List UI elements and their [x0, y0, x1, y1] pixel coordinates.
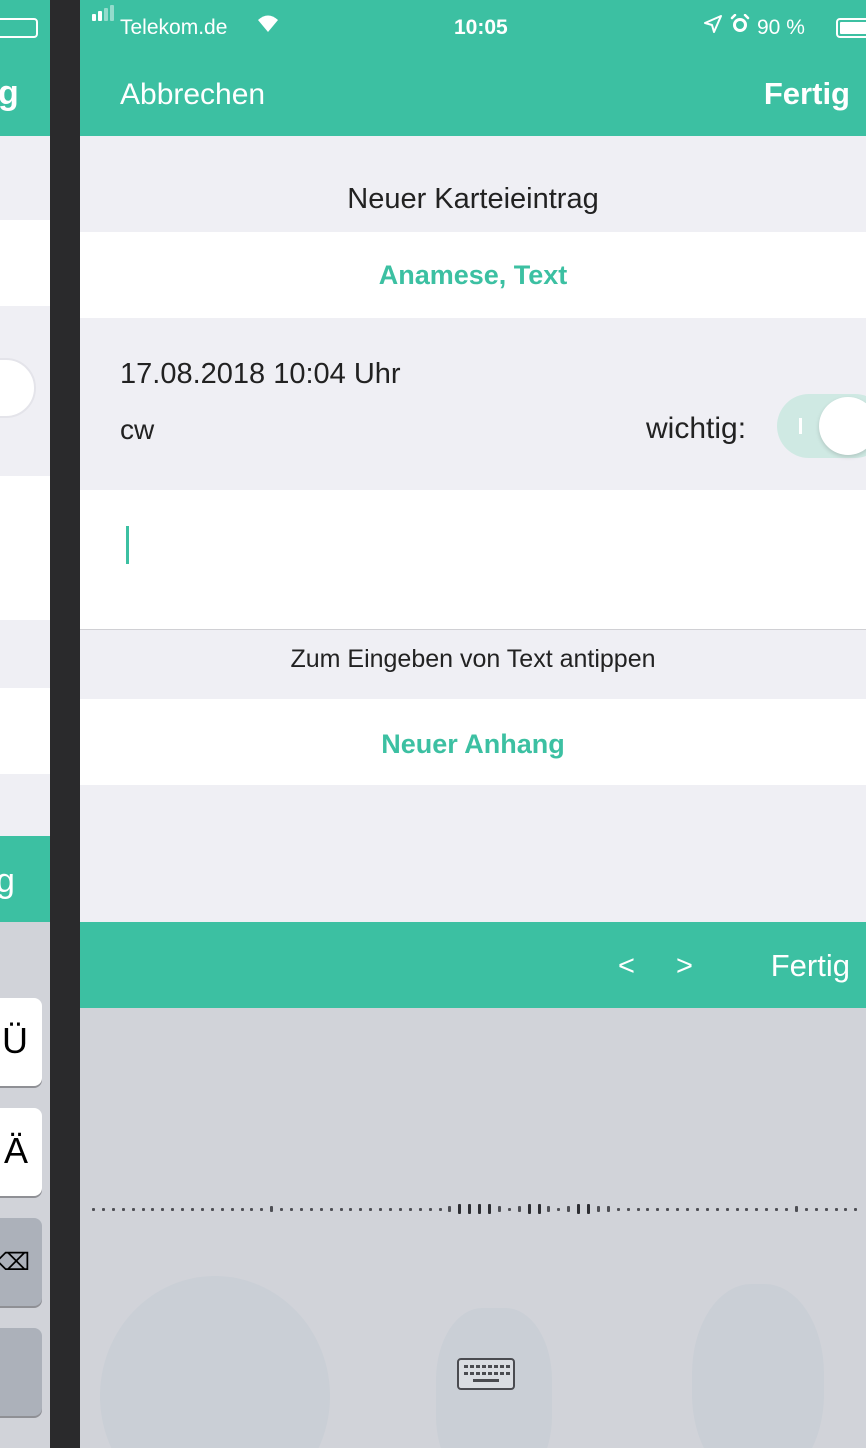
battery-icon — [836, 18, 866, 38]
carrier-name: Telekom.de — [120, 16, 228, 39]
input-accessory-toolbar: < > Fertig — [80, 922, 866, 1008]
battery-percentage: 90 % — [757, 16, 805, 39]
background-toolbar: g — [0, 836, 50, 922]
background-toolbar-label: g — [0, 862, 15, 900]
battery-level — [840, 22, 866, 34]
dictation-panel — [80, 1008, 866, 1448]
nav-bar: Abbrechen Fertig — [80, 52, 866, 136]
important-toggle[interactable] — [777, 394, 866, 458]
entry-info: 17.08.2018 10:04 Uhr cw wichtig: — [80, 318, 866, 490]
phone-screen: Telekom.de 10:05 90 % Abbrechen Fertig N… — [80, 0, 866, 1448]
status-bar: Telekom.de 10:05 90 % — [80, 0, 866, 52]
entry-datetime: 17.08.2018 10:04 Uhr — [120, 358, 401, 390]
important-label: wichtig: — [646, 412, 747, 445]
wifi-icon — [256, 12, 280, 40]
next-field-button[interactable]: > — [676, 950, 693, 983]
new-attachment-button[interactable]: Neuer Anhang — [80, 699, 866, 785]
cancel-button[interactable]: Abbrechen — [120, 78, 265, 112]
toggle-knob — [819, 397, 866, 455]
location-icon — [704, 15, 722, 39]
dictation-waveform — [92, 1200, 866, 1220]
previous-field-button[interactable]: < — [618, 950, 635, 983]
background-nav-label: g — [0, 74, 19, 112]
done-button[interactable]: Fertig — [764, 76, 850, 112]
background-nav-bar: g — [0, 52, 50, 136]
text-input-hint: Zum Eingeben von Text antippen — [290, 645, 656, 673]
background-key-ae: Ä — [0, 1108, 42, 1196]
background-keyboard: Ü Ä ⌫ — [0, 922, 50, 1448]
background-key-ue: Ü — [0, 998, 42, 1086]
category-button[interactable]: Anamese, Text — [80, 232, 866, 318]
entry-text-area[interactable] — [80, 490, 866, 630]
keyboard-icon[interactable] — [457, 1358, 515, 1390]
background-key-delete: ⌫ — [0, 1218, 42, 1306]
toolbar-done-button[interactable]: Fertig — [771, 948, 850, 984]
status-time: 10:05 — [454, 16, 508, 39]
alarm-icon — [730, 13, 750, 40]
background-app-sliver: g g Ü Ä ⌫ — [0, 0, 52, 1448]
background-key-blank — [0, 1328, 42, 1416]
text-caret — [126, 526, 129, 564]
background-status-bar — [0, 0, 50, 52]
background-battery-icon — [0, 18, 38, 38]
background-toggle — [0, 358, 36, 418]
entry-author: cw — [120, 414, 155, 445]
section-title: Neuer Karteieintrag — [347, 183, 599, 215]
